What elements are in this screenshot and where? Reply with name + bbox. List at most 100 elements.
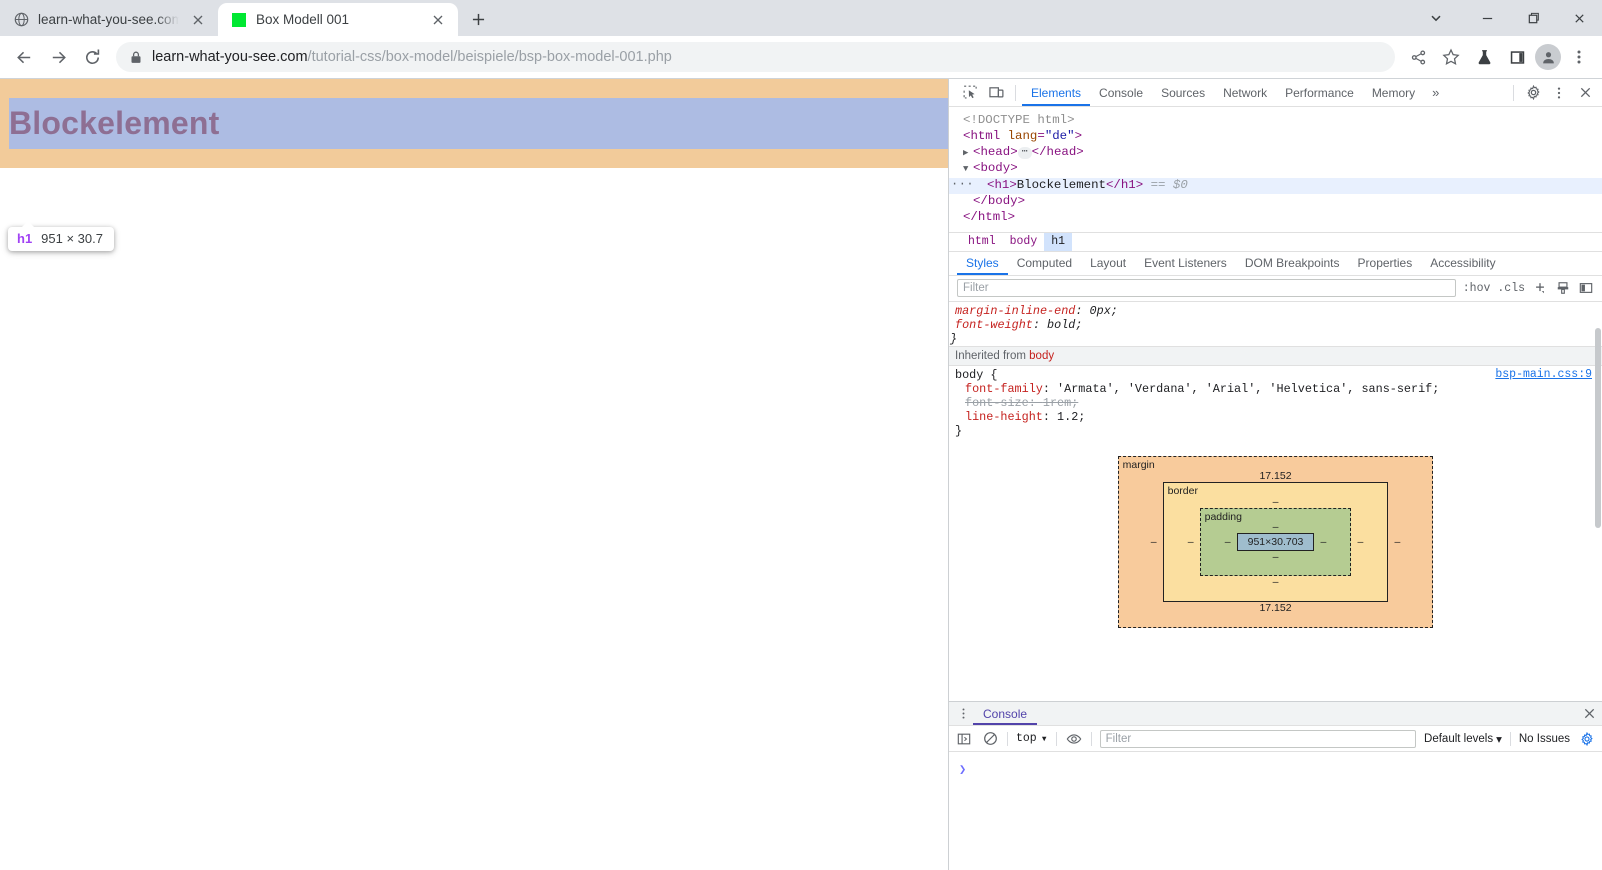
styles-scrollbar-thumb[interactable] bbox=[1595, 327, 1601, 528]
padding-right-value[interactable]: – bbox=[1314, 536, 1332, 548]
bookmark-star-icon[interactable] bbox=[1436, 42, 1466, 72]
live-expression-eye-icon[interactable] bbox=[1065, 730, 1083, 748]
css-declaration[interactable]: font-family: 'Armata', 'Verdana', 'Arial… bbox=[949, 382, 1602, 396]
share-icon[interactable] bbox=[1403, 42, 1433, 72]
dom-line-body-close[interactable]: </body> bbox=[949, 194, 1602, 210]
dom-line-doctype[interactable]: <!DOCTYPE html> bbox=[949, 113, 1602, 129]
cls-toggle[interactable]: .cls bbox=[1497, 282, 1525, 295]
computed-styles-icon[interactable] bbox=[1555, 281, 1571, 295]
minimize-button[interactable] bbox=[1464, 0, 1510, 36]
console-log-levels-dropdown[interactable]: Default levels ▾ bbox=[1424, 732, 1502, 746]
margin-right-value[interactable]: – bbox=[1388, 536, 1406, 548]
box-model-border-layer[interactable]: border – – padding – – 951×30.703 – – – … bbox=[1162, 481, 1389, 602]
css-declaration[interactable]: margin-inline-end: 0px; bbox=[949, 304, 1602, 318]
clear-console-icon[interactable] bbox=[981, 730, 999, 748]
address-bar[interactable]: learn-what-you-see.com/tutorial-css/box-… bbox=[116, 42, 1395, 72]
issues-counter[interactable]: No Issues bbox=[1519, 733, 1570, 745]
reload-icon[interactable] bbox=[76, 41, 108, 73]
collapsed-children-icon[interactable]: ⋯ bbox=[1017, 146, 1032, 159]
dom-line-html-close[interactable]: </html> bbox=[949, 210, 1602, 226]
dom-line-html[interactable]: <html lang="de"> bbox=[949, 129, 1602, 145]
css-declaration-overridden[interactable]: font-size: 1rem; bbox=[949, 396, 1602, 410]
tab-network[interactable]: Network bbox=[1214, 79, 1276, 106]
side-panel-icon[interactable] bbox=[1502, 42, 1532, 72]
gear-icon[interactable] bbox=[1520, 81, 1546, 105]
back-icon[interactable] bbox=[8, 41, 40, 73]
tab-close-icon[interactable] bbox=[188, 10, 208, 30]
styles-filter-input[interactable]: Filter bbox=[957, 279, 1456, 298]
forward-icon[interactable] bbox=[42, 41, 74, 73]
tab-event-listeners[interactable]: Event Listeners bbox=[1135, 252, 1236, 275]
dom-gutter-menu-icon[interactable]: ··· bbox=[951, 177, 974, 193]
styles-scrollbar[interactable] bbox=[1594, 302, 1602, 701]
inherited-source[interactable]: body bbox=[1029, 350, 1054, 362]
close-window-button[interactable] bbox=[1556, 0, 1602, 36]
box-model-padding-layer[interactable]: padding – – 951×30.703 – – bbox=[1199, 507, 1352, 576]
toggle-sidebar-icon[interactable] bbox=[1578, 281, 1594, 295]
green-square-icon bbox=[231, 12, 247, 28]
box-model-content-size[interactable]: 951×30.703 bbox=[1236, 532, 1315, 551]
browser-tab-1[interactable]: learn-what-you-see.com - bbox=[0, 3, 218, 36]
css-selector[interactable]: body { bbox=[955, 368, 997, 382]
stylesheet-source-link[interactable]: bsp-main.css:9 bbox=[1495, 368, 1592, 382]
tab-properties[interactable]: Properties bbox=[1349, 252, 1422, 275]
lock-icon bbox=[130, 51, 142, 64]
tab-performance[interactable]: Performance bbox=[1276, 79, 1363, 106]
tab-accessibility[interactable]: Accessibility bbox=[1421, 252, 1504, 275]
dom-line-head[interactable]: ▶ <head> ⋯ </head> bbox=[949, 145, 1602, 162]
console-filter-input[interactable]: Filter bbox=[1099, 729, 1417, 748]
hov-toggle[interactable]: :hov bbox=[1463, 282, 1491, 295]
console-output-area[interactable]: ❯ bbox=[949, 752, 1602, 870]
breadcrumb-body[interactable]: body bbox=[1003, 233, 1045, 251]
close-brace: } bbox=[955, 423, 963, 438]
tab-search-chevron-down-icon[interactable] bbox=[1408, 0, 1464, 36]
close-devtools-icon[interactable] bbox=[1572, 81, 1598, 105]
tab-close-icon[interactable] bbox=[428, 10, 448, 30]
breadcrumb-html[interactable]: html bbox=[961, 233, 1003, 251]
maximize-button[interactable] bbox=[1510, 0, 1556, 36]
tab-computed[interactable]: Computed bbox=[1008, 252, 1081, 275]
border-right-value[interactable]: – bbox=[1351, 536, 1369, 548]
tab-memory[interactable]: Memory bbox=[1363, 79, 1424, 106]
browser-tab-2[interactable]: Box Modell 001 bbox=[218, 3, 458, 36]
profile-avatar-icon[interactable] bbox=[1535, 44, 1561, 70]
drawer-close-icon[interactable] bbox=[1576, 702, 1602, 725]
more-vertical-icon[interactable] bbox=[1546, 81, 1572, 105]
expand-arrow-icon[interactable]: ▶ bbox=[963, 146, 973, 162]
drawer-more-vertical-icon[interactable] bbox=[953, 702, 973, 725]
css-declaration[interactable]: font-weight: bold; bbox=[949, 318, 1602, 332]
collapse-arrow-icon[interactable]: ▼ bbox=[963, 162, 973, 178]
margin-left-value[interactable]: – bbox=[1145, 536, 1163, 548]
flask-icon[interactable] bbox=[1469, 42, 1499, 72]
padding-bottom-value[interactable]: – bbox=[1219, 551, 1333, 563]
border-left-value[interactable]: – bbox=[1182, 536, 1200, 548]
new-tab-button[interactable] bbox=[464, 5, 492, 33]
tab-sources[interactable]: Sources bbox=[1152, 79, 1214, 106]
partial-rule-block: margin-inline-end: 0px; font-weight: bol… bbox=[949, 302, 1602, 346]
tab-elements[interactable]: Elements bbox=[1022, 79, 1090, 106]
more-panels-chevron-icon[interactable]: » bbox=[1424, 79, 1447, 106]
border-top-value[interactable]: – bbox=[1182, 496, 1370, 508]
css-declaration[interactable]: line-height: 1.2; bbox=[949, 410, 1602, 424]
tab-console[interactable]: Console bbox=[1090, 79, 1152, 106]
device-toolbar-icon[interactable] bbox=[983, 81, 1009, 105]
padding-left-value[interactable]: – bbox=[1219, 536, 1237, 548]
drawer-tab-console[interactable]: Console bbox=[973, 702, 1037, 725]
border-bottom-value[interactable]: – bbox=[1182, 576, 1370, 588]
console-context-selector[interactable]: top ▾ bbox=[1016, 731, 1048, 746]
box-model-margin-layer[interactable]: margin 17.152 – border – – padding – – 9… bbox=[1117, 455, 1434, 628]
tab-layout[interactable]: Layout bbox=[1081, 252, 1135, 275]
chrome-menu-icon[interactable] bbox=[1564, 42, 1594, 72]
margin-bottom-value[interactable]: 17.152 bbox=[1145, 602, 1407, 614]
console-settings-gear-icon[interactable] bbox=[1578, 730, 1596, 748]
console-sidebar-icon[interactable] bbox=[955, 730, 973, 748]
body-tag-name: body bbox=[980, 161, 1011, 176]
new-style-rule-plus-icon[interactable] bbox=[1532, 281, 1548, 295]
margin-top-value[interactable]: 17.152 bbox=[1145, 470, 1407, 482]
breadcrumb-h1[interactable]: h1 bbox=[1044, 232, 1073, 251]
dom-line-body[interactable]: ▼ <body> bbox=[949, 161, 1602, 178]
tab-dom-breakpoints[interactable]: DOM Breakpoints bbox=[1236, 252, 1349, 275]
tab-styles[interactable]: Styles bbox=[957, 252, 1008, 275]
inspect-element-icon[interactable] bbox=[957, 81, 983, 105]
dom-line-h1-selected[interactable]: ··· <h1>Blockelement</h1> == $0 bbox=[949, 177, 1602, 194]
